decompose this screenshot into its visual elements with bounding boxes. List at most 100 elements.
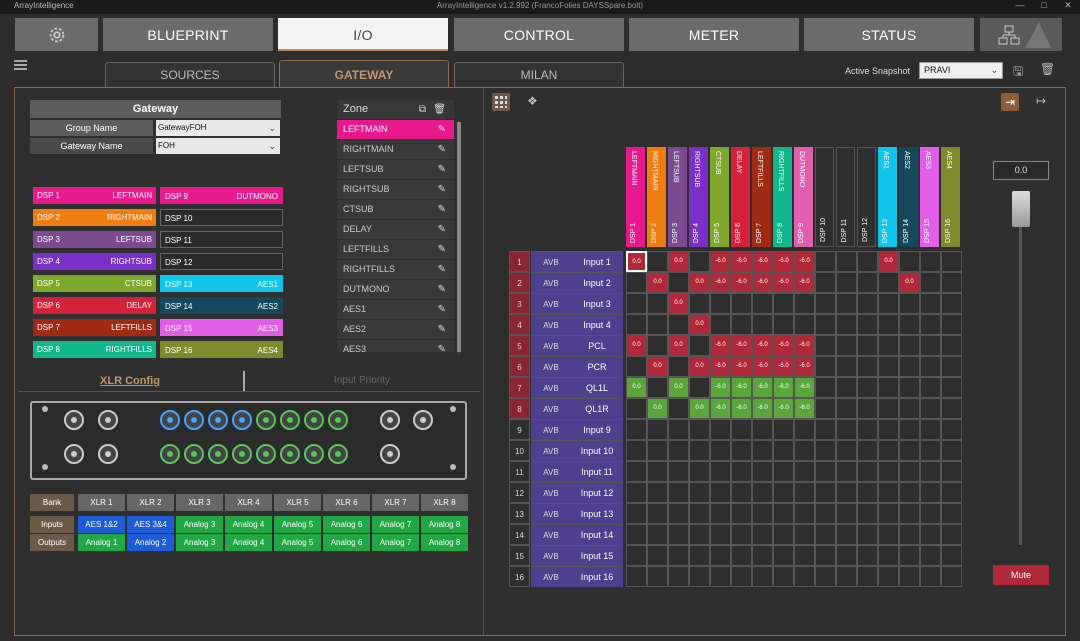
matrix-cell[interactable] <box>647 251 668 272</box>
fader-knob[interactable] <box>1012 191 1030 227</box>
matrix-cell[interactable] <box>752 524 773 545</box>
matrix-cell[interactable]: -6.0 <box>710 251 731 272</box>
dsp-assign-right[interactable]: DSP 12 <box>160 253 283 270</box>
gateway-name-select[interactable]: FOH ⌄ <box>156 138 280 154</box>
matrix-cell[interactable] <box>794 419 815 440</box>
matrix-cell[interactable] <box>878 440 899 461</box>
matrix-cell[interactable] <box>647 524 668 545</box>
matrix-cell[interactable] <box>878 272 899 293</box>
matrix-cell[interactable]: 0.0 <box>899 272 920 293</box>
matrix-cell[interactable] <box>752 461 773 482</box>
matrix-cell[interactable] <box>647 440 668 461</box>
matrix-cell[interactable] <box>857 566 878 587</box>
matrix-cell[interactable] <box>878 335 899 356</box>
nav-status[interactable]: STATUS <box>804 18 974 51</box>
matrix-cell[interactable] <box>794 293 815 314</box>
matrix-cell[interactable] <box>920 503 941 524</box>
matrix-cell[interactable]: 0.0 <box>668 335 689 356</box>
edit-icon[interactable]: ✎ <box>438 240 446 259</box>
matrix-cell[interactable]: -6.0 <box>731 356 752 377</box>
matrix-cell[interactable] <box>773 545 794 566</box>
matrix-cell[interactable] <box>878 503 899 524</box>
matrix-cell[interactable] <box>899 524 920 545</box>
matrix-cell[interactable] <box>857 272 878 293</box>
matrix-cell[interactable] <box>941 461 962 482</box>
matrix-cell[interactable] <box>920 566 941 587</box>
nav-io[interactable]: I/O <box>278 18 448 51</box>
matrix-cell[interactable] <box>773 503 794 524</box>
matrix-cell[interactable] <box>731 293 752 314</box>
subtab-milan[interactable]: MILAN <box>454 62 624 87</box>
export-icon[interactable]: ↦ <box>1036 94 1046 108</box>
matrix-cell[interactable] <box>878 293 899 314</box>
matrix-cell[interactable] <box>731 461 752 482</box>
matrix-cell[interactable] <box>773 566 794 587</box>
matrix-cell[interactable] <box>920 524 941 545</box>
matrix-cell[interactable] <box>647 377 668 398</box>
matrix-cell[interactable] <box>815 419 836 440</box>
matrix-cell[interactable] <box>626 461 647 482</box>
matrix-cell[interactable] <box>647 482 668 503</box>
matrix-cell[interactable]: -6.0 <box>773 356 794 377</box>
matrix-cell[interactable]: -6.0 <box>752 251 773 272</box>
matrix-cell[interactable]: -6.0 <box>710 335 731 356</box>
matrix-cell[interactable] <box>836 398 857 419</box>
matrix-cell[interactable] <box>836 293 857 314</box>
matrix-cell[interactable] <box>752 482 773 503</box>
matrix-cell[interactable] <box>647 566 668 587</box>
matrix-cell[interactable] <box>647 314 668 335</box>
bank-inputs-cell[interactable]: Analog 7 <box>372 516 419 533</box>
edit-icon[interactable]: ✎ <box>438 220 446 239</box>
matrix-cell[interactable]: -6.0 <box>731 251 752 272</box>
matrix-cell[interactable] <box>920 272 941 293</box>
matrix-cell[interactable]: 0.0 <box>626 335 647 356</box>
matrix-cell[interactable] <box>731 482 752 503</box>
nav-control[interactable]: CONTROL <box>454 18 624 51</box>
matrix-cell[interactable] <box>836 545 857 566</box>
matrix-cell[interactable] <box>857 524 878 545</box>
matrix-cell[interactable] <box>794 440 815 461</box>
matrix-cell[interactable] <box>647 419 668 440</box>
matrix-cell[interactable] <box>836 419 857 440</box>
matrix-cell[interactable] <box>878 356 899 377</box>
matrix-cell[interactable] <box>752 419 773 440</box>
network-button[interactable] <box>980 18 1062 51</box>
matrix-cell[interactable] <box>857 251 878 272</box>
matrix-cell[interactable] <box>941 356 962 377</box>
matrix-cell[interactable] <box>689 524 710 545</box>
bank-inputs-cell[interactable]: Analog 4 <box>225 516 272 533</box>
matrix-cell[interactable] <box>878 545 899 566</box>
mute-button[interactable]: Mute <box>993 565 1049 585</box>
matrix-cell[interactable]: -6.0 <box>773 335 794 356</box>
matrix-cell[interactable] <box>836 524 857 545</box>
matrix-cell[interactable] <box>941 566 962 587</box>
matrix-cell[interactable] <box>899 398 920 419</box>
matrix-cell[interactable]: -6.0 <box>794 251 815 272</box>
matrix-cell[interactable] <box>836 440 857 461</box>
matrix-cell[interactable] <box>689 335 710 356</box>
nav-blueprint[interactable]: BLUEPRINT <box>103 18 273 51</box>
matrix-cell[interactable] <box>941 314 962 335</box>
import-button[interactable]: ⇥ <box>1001 93 1019 111</box>
matrix-cell[interactable] <box>857 419 878 440</box>
matrix-cell[interactable] <box>815 545 836 566</box>
matrix-cell[interactable] <box>899 419 920 440</box>
matrix-cell[interactable] <box>941 398 962 419</box>
matrix-cell[interactable] <box>941 545 962 566</box>
matrix-cell[interactable]: -6.0 <box>710 356 731 377</box>
bank-outputs-cell[interactable]: Analog 3 <box>176 534 223 551</box>
dsp-assign-right[interactable]: DSP 13 AES1 <box>160 275 283 292</box>
bank-outputs-cell[interactable]: Analog 8 <box>421 534 468 551</box>
matrix-cell[interactable]: -6.0 <box>710 272 731 293</box>
matrix-cell[interactable] <box>920 440 941 461</box>
matrix-cell[interactable] <box>752 545 773 566</box>
bank-outputs-cell[interactable]: Analog 4 <box>225 534 272 551</box>
matrix-cell[interactable] <box>752 314 773 335</box>
matrix-cell[interactable]: 0.0 <box>689 398 710 419</box>
matrix-cell[interactable] <box>668 566 689 587</box>
matrix-cell[interactable] <box>920 251 941 272</box>
matrix-cell[interactable] <box>731 566 752 587</box>
edit-icon[interactable]: ✎ <box>438 280 446 299</box>
matrix-cell[interactable] <box>857 314 878 335</box>
matrix-cell[interactable] <box>689 251 710 272</box>
